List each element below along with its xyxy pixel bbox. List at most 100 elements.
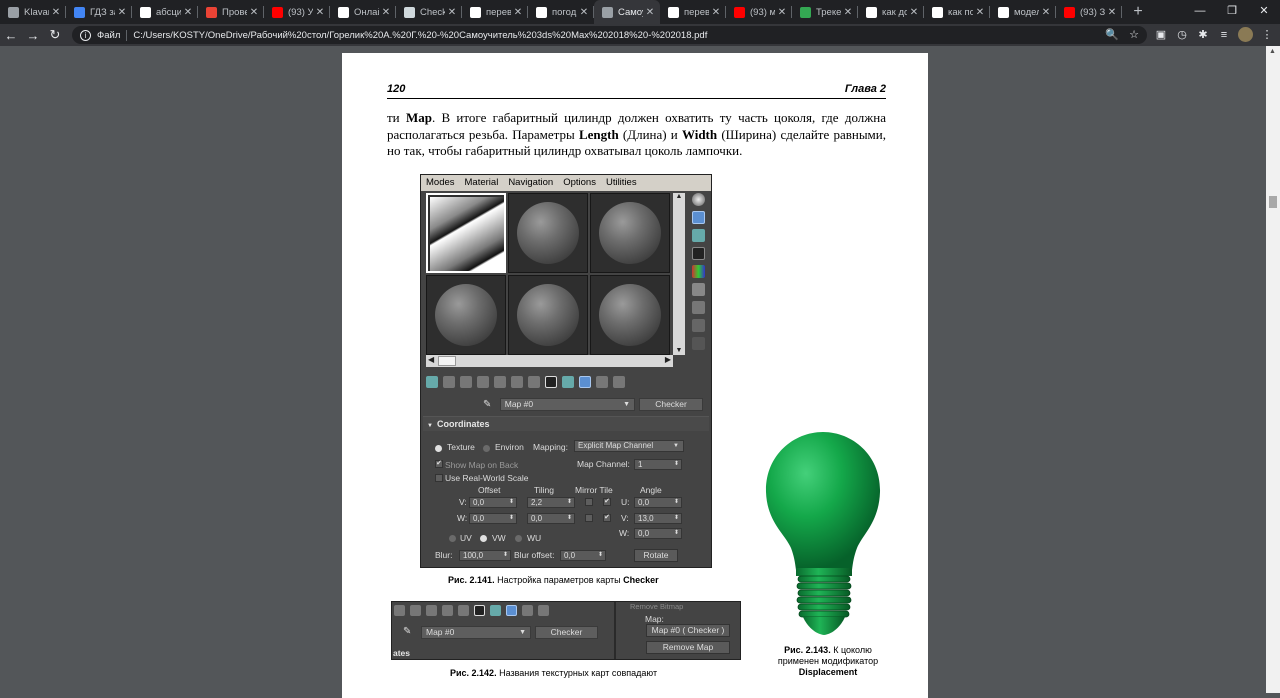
- tiling-u-field[interactable]: 2,2 ⬍: [527, 497, 575, 508]
- browser-tab[interactable]: как по ✕: [924, 0, 990, 24]
- slots-horizontal-scrollbar[interactable]: ◀ ▶: [426, 355, 673, 367]
- options-icon[interactable]: [691, 301, 705, 314]
- browser-tab[interactable]: перев ✕: [462, 0, 528, 24]
- browser-tab[interactable]: как до ✕: [858, 0, 924, 24]
- bookmark-star-icon[interactable]: ☆: [1129, 28, 1139, 41]
- offset-u-field[interactable]: 0,0 ⬍: [469, 497, 517, 508]
- close-tab-icon[interactable]: ✕: [49, 7, 63, 18]
- close-tab-icon[interactable]: ✕: [115, 7, 129, 18]
- history-icon[interactable]: ◷: [1175, 28, 1189, 42]
- eyedropper-icon[interactable]: ✎: [483, 399, 496, 410]
- browser-tab[interactable]: ГДЗ за✕: [66, 0, 132, 24]
- spinner-icon[interactable]: ⬍: [674, 498, 679, 507]
- close-tab-icon[interactable]: ✕: [709, 7, 723, 18]
- spinner-icon[interactable]: ⬍: [567, 514, 572, 523]
- material-navigator-icon[interactable]: [691, 337, 705, 350]
- go-to-parent-icon[interactable]: [596, 376, 608, 388]
- close-tab-icon[interactable]: ✕: [247, 7, 261, 18]
- angle-v-field[interactable]: 13,0 ⬍: [634, 513, 682, 524]
- material-id-icon[interactable]: [545, 376, 557, 388]
- close-tab-icon[interactable]: ✕: [907, 7, 921, 18]
- angle-u-field[interactable]: 0,0 ⬍: [634, 497, 682, 508]
- show-map-on-back-checkbox[interactable]: ✔: [435, 460, 443, 468]
- blur-offset-field[interactable]: 0,0 ⬍: [560, 550, 606, 561]
- spinner-icon[interactable]: ⬍: [674, 529, 679, 538]
- menu-icon[interactable]: ⋮: [1260, 28, 1274, 42]
- background-icon[interactable]: [691, 229, 705, 242]
- close-tab-icon[interactable]: ✕: [643, 7, 657, 18]
- angle-w-field[interactable]: 0,0 ⬍: [634, 528, 682, 539]
- close-tab-icon[interactable]: ✕: [445, 7, 459, 18]
- close-tab-icon[interactable]: ✕: [1105, 7, 1119, 18]
- get-material-icon[interactable]: [426, 376, 438, 388]
- new-tab-button[interactable]: +: [1126, 3, 1150, 21]
- close-tab-icon[interactable]: ✕: [379, 7, 393, 18]
- blur-field[interactable]: 100,0 ⬍: [459, 550, 511, 561]
- browser-tab[interactable]: Checkl✕: [396, 0, 462, 24]
- close-tab-icon[interactable]: ✕: [511, 7, 525, 18]
- scroll-up-icon[interactable]: ▲: [1269, 48, 1276, 55]
- scroll-thumb[interactable]: [438, 356, 456, 366]
- put-to-library-icon[interactable]: [528, 376, 540, 388]
- close-tab-icon[interactable]: ✕: [841, 7, 855, 18]
- browser-tab[interactable]: погод ✕: [528, 0, 594, 24]
- avatar[interactable]: [1238, 27, 1253, 42]
- rollout-header[interactable]: ▼ Coordinates: [423, 417, 709, 431]
- scroll-left-icon[interactable]: ◀: [428, 355, 434, 364]
- forward-button[interactable]: →: [22, 28, 44, 43]
- browser-tab[interactable]: Klavar ✕: [0, 0, 66, 24]
- spinner-icon[interactable]: ⬍: [503, 551, 508, 560]
- spinner-icon[interactable]: ⬍: [509, 514, 514, 523]
- menu-options[interactable]: Options: [558, 175, 601, 191]
- sample-slot[interactable]: [508, 193, 588, 273]
- scroll-down-icon[interactable]: ▼: [673, 347, 685, 354]
- sample-slot-checker[interactable]: [426, 193, 506, 273]
- mirror-v-checkbox[interactable]: [585, 514, 593, 522]
- reload-button[interactable]: ↻: [44, 27, 66, 43]
- browser-tab[interactable]: Провер✕: [198, 0, 264, 24]
- close-tab-icon[interactable]: ✕: [1039, 7, 1053, 18]
- scroll-up-icon[interactable]: ▲: [673, 193, 685, 200]
- browser-tab[interactable]: Треке ✕: [792, 0, 858, 24]
- select-by-material-icon[interactable]: [691, 319, 705, 332]
- sample-type-icon[interactable]: [691, 193, 705, 206]
- make-preview-icon[interactable]: [691, 283, 705, 296]
- menu-modes[interactable]: Modes: [421, 175, 460, 191]
- reading-list-icon[interactable]: ≡: [1217, 28, 1231, 42]
- menu-material[interactable]: Material: [460, 175, 504, 191]
- close-tab-icon[interactable]: ✕: [973, 7, 987, 18]
- minimize-button[interactable]: —: [1184, 0, 1216, 24]
- scroll-right-icon[interactable]: ▶: [665, 355, 671, 364]
- real-world-scale-checkbox[interactable]: [435, 474, 443, 482]
- show-shaded-icon[interactable]: [562, 376, 574, 388]
- uv-radio[interactable]: [449, 535, 456, 542]
- go-forward-sibling-icon[interactable]: [613, 376, 625, 388]
- tile-v-checkbox[interactable]: ✔: [603, 514, 611, 522]
- spinner-icon[interactable]: ⬍: [598, 551, 603, 560]
- tile-u-checkbox[interactable]: ✔: [603, 498, 611, 506]
- zoom-icon[interactable]: 🔍: [1105, 28, 1119, 41]
- environ-radio[interactable]: [483, 445, 490, 452]
- texture-radio[interactable]: [435, 445, 442, 452]
- sample-slot[interactable]: [590, 275, 670, 355]
- sample-slot[interactable]: [508, 275, 588, 355]
- slots-vertical-scrollbar[interactable]: ▲ ▼: [673, 193, 685, 355]
- spinner-icon[interactable]: ⬍: [567, 498, 572, 507]
- make-copy-icon[interactable]: [494, 376, 506, 388]
- menu-utilities[interactable]: Utilities: [601, 175, 642, 191]
- extension-icon[interactable]: ▣: [1154, 28, 1168, 42]
- rotate-button[interactable]: Rotate: [634, 549, 678, 562]
- spinner-icon[interactable]: ⬍: [674, 460, 679, 469]
- map-channel-field[interactable]: 1 ⬍: [634, 459, 682, 470]
- url-text[interactable]: C:/Users/KOSTY/OneDrive/Рабочий%20стол/Г…: [133, 30, 707, 41]
- video-color-check-icon[interactable]: [691, 265, 705, 278]
- spinner-icon[interactable]: ⬍: [674, 514, 679, 523]
- vw-radio[interactable]: [480, 535, 487, 542]
- browser-tab[interactable]: перев ✕: [660, 0, 726, 24]
- pdf-scrollbar[interactable]: ▲: [1266, 46, 1280, 693]
- scroll-thumb[interactable]: [1269, 196, 1277, 208]
- close-tab-icon[interactable]: ✕: [181, 7, 195, 18]
- browser-tab[interactable]: (93) Ур✕: [264, 0, 330, 24]
- mapping-dropdown[interactable]: Explicit Map Channel ▼: [574, 440, 684, 452]
- browser-tab[interactable]: Самоу✕: [594, 0, 660, 24]
